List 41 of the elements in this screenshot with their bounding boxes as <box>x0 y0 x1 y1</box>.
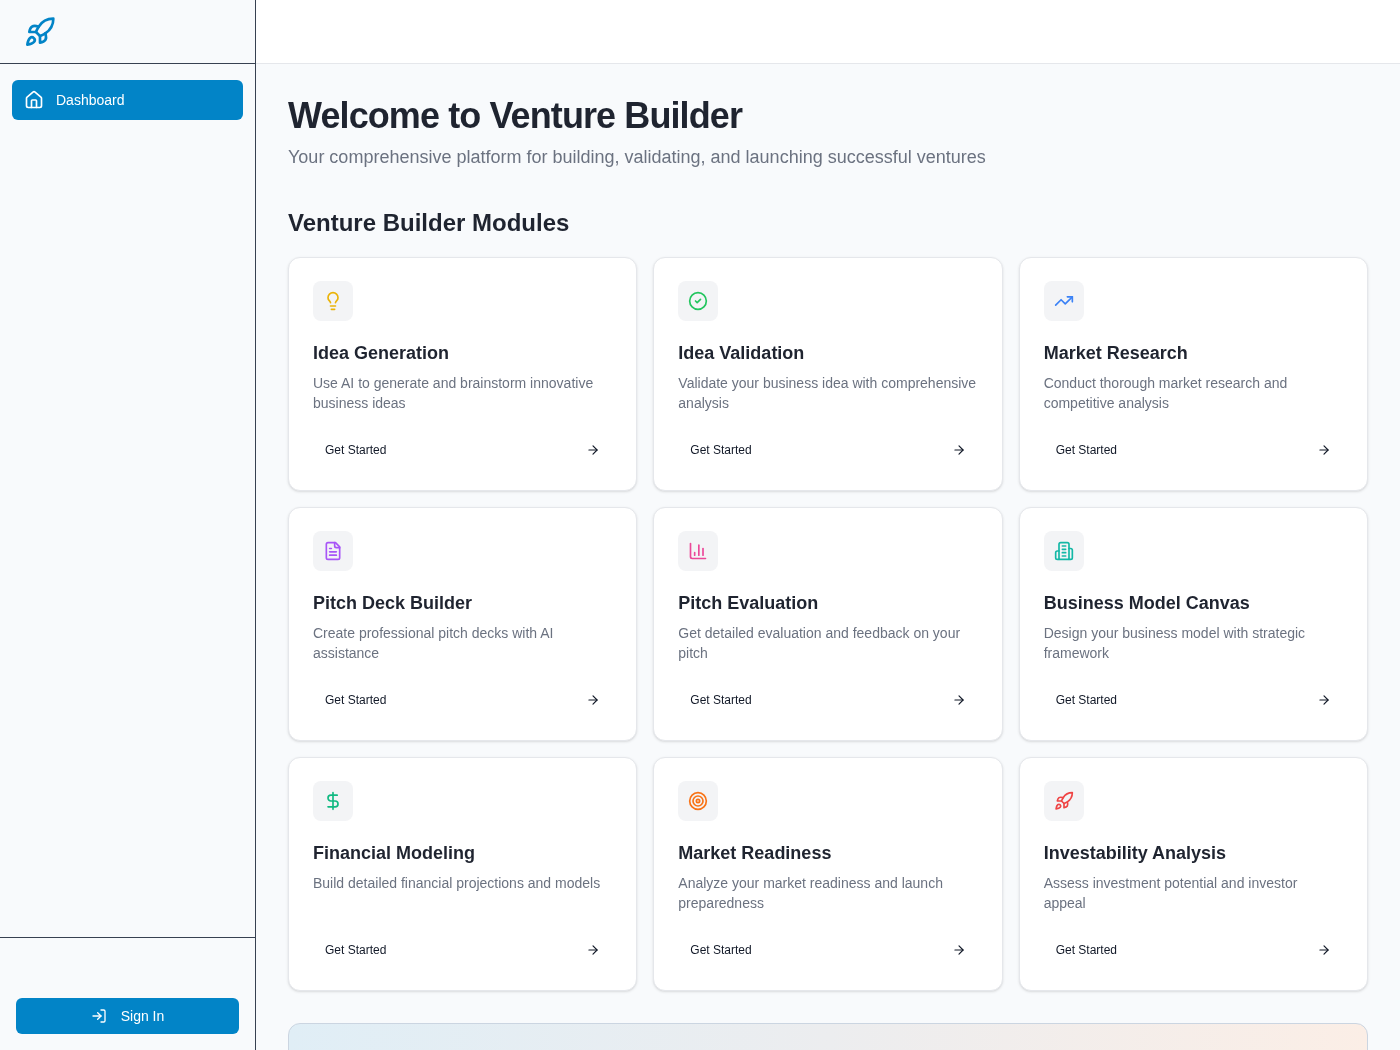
get-started-button[interactable]: Get Started <box>313 932 613 968</box>
get-started-button[interactable]: Get Started <box>678 682 978 718</box>
get-started-button[interactable]: Get Started <box>678 932 978 968</box>
arrow-right-icon <box>951 693 966 707</box>
module-description: Validate your business idea with comprehensive analysis <box>678 374 978 413</box>
module-description: Build detailed financial projections and models <box>313 874 602 893</box>
arrow-right-icon <box>586 943 601 957</box>
module-title: Pitch Deck Builder <box>313 592 474 615</box>
page-subtitle: Your comprehensive platform for building, validating, and launching successful ventures <box>288 146 987 169</box>
module-title: Financial Modeling <box>313 842 476 865</box>
module-title: Investability Analysis <box>1043 842 1228 865</box>
get-started-button[interactable]: Get Started <box>313 432 613 468</box>
get-started-button[interactable]: Get Started <box>313 682 613 718</box>
arrow-right-icon <box>951 443 966 457</box>
module-title: Market Readiness <box>678 842 833 865</box>
arrow-right-icon <box>951 943 966 957</box>
get-started-button[interactable]: Get Started <box>1043 932 1343 968</box>
module-title: Idea Validation <box>678 342 806 365</box>
module-title: Pitch Evaluation <box>678 592 820 615</box>
page-title: Welcome to Venture Builder <box>288 94 744 138</box>
module-title: Market Research <box>1043 342 1189 365</box>
get-started-button[interactable]: Get Started <box>678 432 978 468</box>
home-icon <box>24 90 44 110</box>
module-description: Assess investment potential and investor appeal <box>1043 874 1299 913</box>
module-description: Use AI to generate and brainstorm innovative business ideas <box>313 374 595 413</box>
sign-in-icon <box>90 1008 107 1024</box>
module-title: Business Model Canvas <box>1043 592 1251 615</box>
sign-in-button[interactable]: Sign In <box>16 998 239 1034</box>
nav-item[interactable]: Dashboard <box>12 80 243 120</box>
section-title: Venture Builder Modules <box>288 208 571 238</box>
module-description: Design your business model with strategic framework <box>1043 624 1307 663</box>
get-started-button[interactable]: Get Started <box>1043 682 1343 718</box>
module-title: Idea Generation <box>313 342 451 365</box>
module-description: Create professional pitch decks with AI assistance <box>313 624 555 663</box>
module-description: Analyze your market readiness and launch preparedness <box>678 874 944 913</box>
arrow-right-icon <box>586 443 601 457</box>
get-started-button[interactable]: Get Started <box>1043 432 1343 468</box>
module-description: Get detailed evaluation and feedback on your pitch <box>678 624 962 663</box>
arrow-right-icon <box>586 693 601 707</box>
module-description: Conduct thorough market research and competitive analysis <box>1043 374 1289 413</box>
rocket-logo-icon <box>24 15 56 48</box>
